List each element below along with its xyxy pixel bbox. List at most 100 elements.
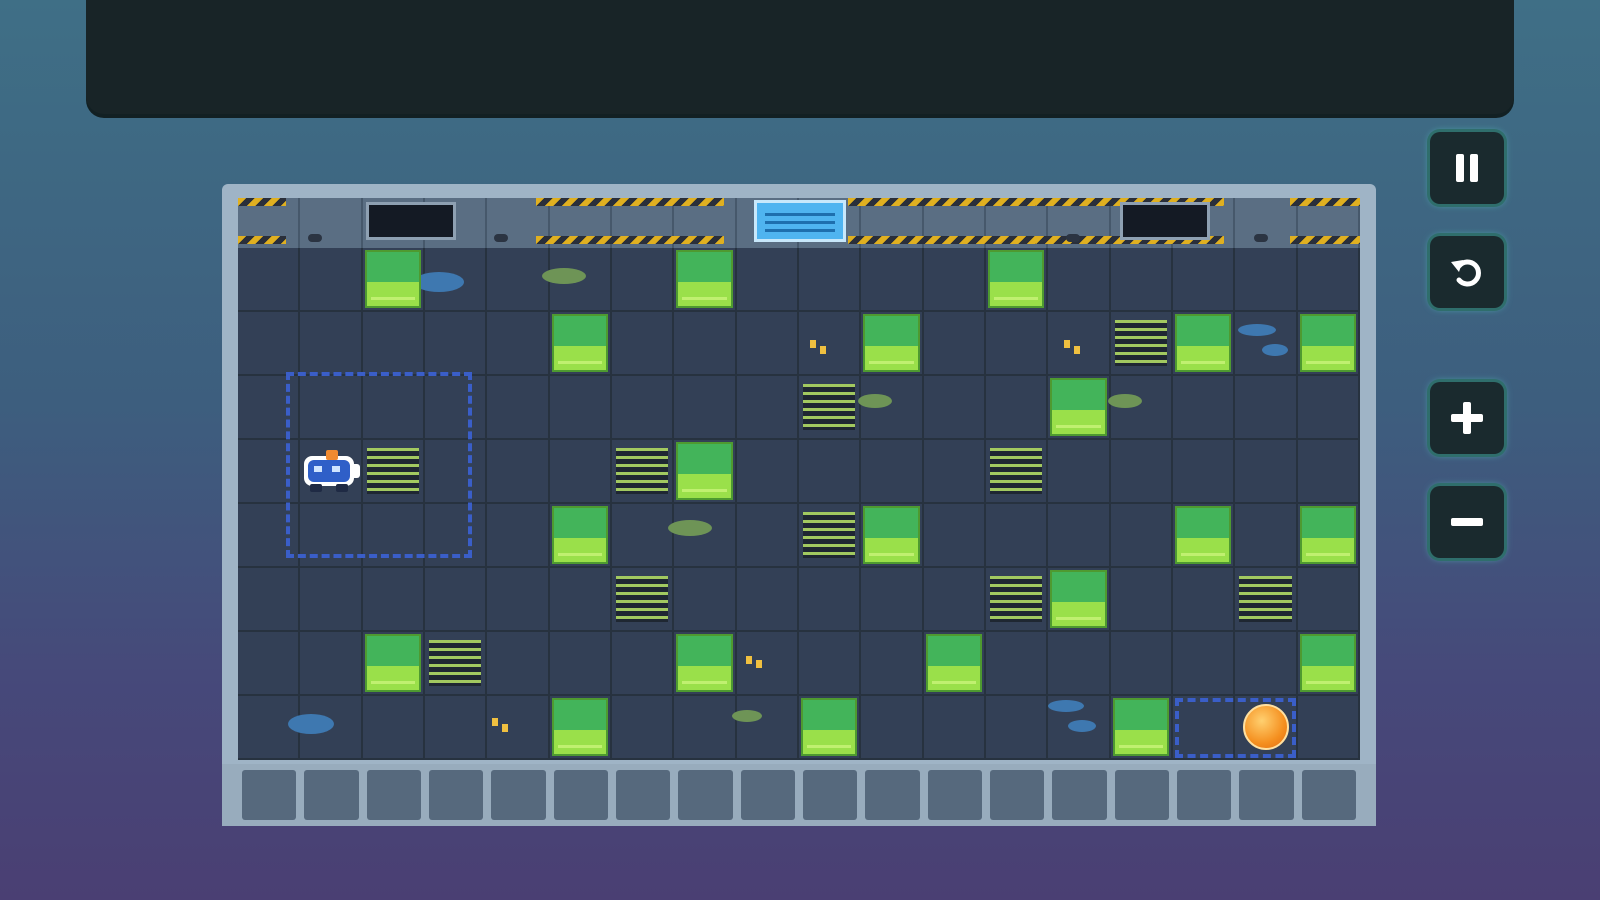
floor-tile[interactable] bbox=[736, 248, 799, 312]
floor-tile[interactable] bbox=[238, 248, 301, 312]
green-crate[interactable] bbox=[551, 698, 608, 756]
floor-tile[interactable] bbox=[1173, 632, 1236, 696]
floor-tile[interactable] bbox=[923, 696, 986, 760]
orange-orb-icon[interactable] bbox=[1243, 704, 1290, 750]
floor-tile[interactable] bbox=[861, 632, 924, 696]
restart-button[interactable] bbox=[1430, 236, 1504, 308]
floor-tile[interactable] bbox=[487, 568, 550, 632]
floor-tile[interactable] bbox=[487, 440, 550, 504]
floor-tile[interactable] bbox=[300, 248, 363, 312]
floor-tile[interactable] bbox=[1173, 376, 1236, 440]
green-crate[interactable] bbox=[988, 250, 1045, 308]
floor-tile[interactable] bbox=[612, 632, 675, 696]
floor-tile[interactable] bbox=[549, 440, 612, 504]
floor-tile[interactable] bbox=[736, 504, 799, 568]
floor-tile[interactable] bbox=[1297, 696, 1360, 760]
floor-tile[interactable] bbox=[1110, 568, 1173, 632]
green-crate[interactable] bbox=[1175, 314, 1232, 372]
floor-tile[interactable] bbox=[1235, 632, 1298, 696]
floor-tile[interactable] bbox=[487, 248, 550, 312]
floor-tile[interactable] bbox=[1110, 504, 1173, 568]
floor-tile[interactable] bbox=[1110, 440, 1173, 504]
floor-tile[interactable] bbox=[736, 696, 799, 760]
floor-tile[interactable] bbox=[674, 696, 737, 760]
floor-tile[interactable] bbox=[487, 504, 550, 568]
green-crate[interactable] bbox=[364, 634, 421, 692]
floor-tile[interactable] bbox=[549, 632, 612, 696]
floor-tile[interactable] bbox=[923, 248, 986, 312]
floor-tile[interactable] bbox=[861, 440, 924, 504]
floor-tile[interactable] bbox=[986, 376, 1049, 440]
green-crate[interactable] bbox=[1299, 506, 1356, 564]
floor-tile[interactable] bbox=[986, 312, 1049, 376]
green-crate[interactable] bbox=[551, 506, 608, 564]
floor-tile[interactable] bbox=[923, 376, 986, 440]
floor-tile[interactable] bbox=[1235, 440, 1298, 504]
floor-tile[interactable] bbox=[300, 568, 363, 632]
green-crate[interactable] bbox=[676, 250, 733, 308]
floor-tile[interactable] bbox=[736, 632, 799, 696]
floor-tile[interactable] bbox=[736, 376, 799, 440]
floor-tile[interactable] bbox=[300, 632, 363, 696]
green-crate[interactable] bbox=[863, 506, 920, 564]
green-crate[interactable] bbox=[1050, 378, 1107, 436]
floor-tile[interactable] bbox=[1110, 376, 1173, 440]
floor-tile[interactable] bbox=[799, 248, 862, 312]
floor-tile[interactable] bbox=[861, 376, 924, 440]
floor-tile[interactable] bbox=[799, 312, 862, 376]
floor-tile[interactable] bbox=[425, 696, 488, 760]
floor-tile[interactable] bbox=[861, 696, 924, 760]
floor-tile[interactable] bbox=[1173, 248, 1236, 312]
floor-tile[interactable] bbox=[923, 440, 986, 504]
green-crate[interactable] bbox=[1299, 314, 1356, 372]
floor-tile[interactable] bbox=[1048, 312, 1111, 376]
floor-tile[interactable] bbox=[612, 376, 675, 440]
floor-tile[interactable] bbox=[799, 632, 862, 696]
floor-tile[interactable] bbox=[799, 568, 862, 632]
floor-tile[interactable] bbox=[1297, 248, 1360, 312]
floor-tile[interactable] bbox=[362, 696, 425, 760]
floor-tile[interactable] bbox=[1048, 248, 1111, 312]
floor-tile[interactable] bbox=[923, 568, 986, 632]
floor-tile[interactable] bbox=[612, 248, 675, 312]
floor-tile[interactable] bbox=[1110, 632, 1173, 696]
floor-tile[interactable] bbox=[612, 312, 675, 376]
green-crate[interactable] bbox=[676, 634, 733, 692]
floor-tile[interactable] bbox=[549, 376, 612, 440]
floor-tile[interactable] bbox=[861, 568, 924, 632]
floor-tile[interactable] bbox=[923, 312, 986, 376]
green-crate[interactable] bbox=[1175, 506, 1232, 564]
floor-tile[interactable] bbox=[1235, 376, 1298, 440]
floor-tile[interactable] bbox=[300, 312, 363, 376]
floor-tile[interactable] bbox=[1173, 440, 1236, 504]
floor-tile[interactable] bbox=[799, 440, 862, 504]
floor-tile[interactable] bbox=[1048, 504, 1111, 568]
floor-tile[interactable] bbox=[487, 376, 550, 440]
floor-tile[interactable] bbox=[674, 568, 737, 632]
floor-tile[interactable] bbox=[238, 312, 301, 376]
floor-tile[interactable] bbox=[425, 312, 488, 376]
floor-tile[interactable] bbox=[986, 696, 1049, 760]
floor-tile[interactable] bbox=[1235, 312, 1298, 376]
floor-tile[interactable] bbox=[362, 312, 425, 376]
zoom-out-button[interactable] bbox=[1430, 486, 1504, 558]
floor-tile[interactable] bbox=[1235, 248, 1298, 312]
floor-tile[interactable] bbox=[986, 504, 1049, 568]
green-crate[interactable] bbox=[676, 442, 733, 500]
floor-tile[interactable] bbox=[986, 632, 1049, 696]
green-crate[interactable] bbox=[1112, 698, 1169, 756]
floor-tile[interactable] bbox=[487, 312, 550, 376]
floor-tile[interactable] bbox=[612, 504, 675, 568]
floor-tile[interactable] bbox=[1173, 568, 1236, 632]
floor-tile[interactable] bbox=[238, 632, 301, 696]
floor-tile[interactable] bbox=[1297, 440, 1360, 504]
floor-tile[interactable] bbox=[736, 568, 799, 632]
zoom-in-button[interactable] bbox=[1430, 382, 1504, 454]
floor-tile[interactable] bbox=[1235, 504, 1298, 568]
floor-tile[interactable] bbox=[1048, 440, 1111, 504]
floor-tile[interactable] bbox=[487, 632, 550, 696]
floor-tile[interactable] bbox=[487, 696, 550, 760]
floor-tile[interactable] bbox=[674, 504, 737, 568]
robot-icon[interactable] bbox=[300, 446, 362, 496]
floor-tile[interactable] bbox=[736, 440, 799, 504]
